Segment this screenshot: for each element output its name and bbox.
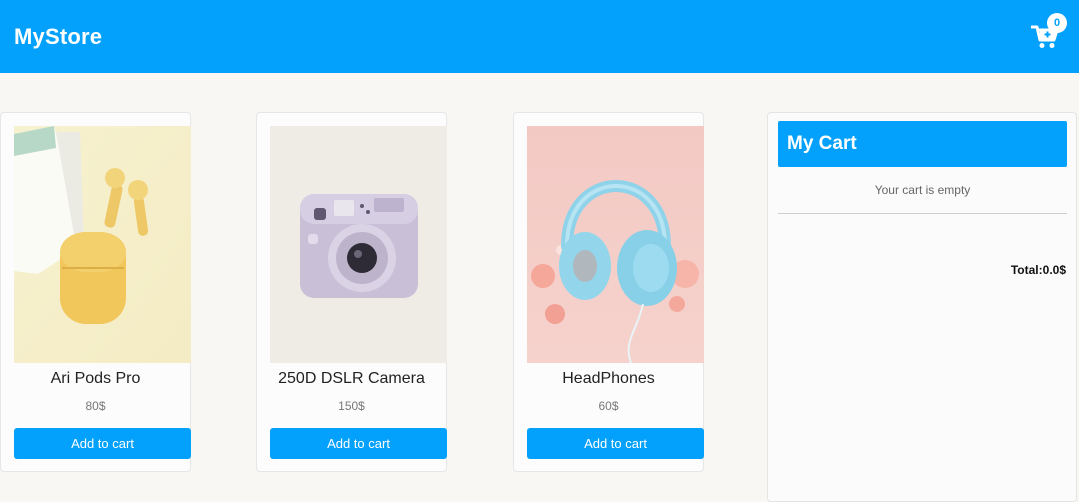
cart-total-value: 0.0$ <box>1042 263 1066 277</box>
product-card: Ari Pods Pro 80$ Add to cart <box>0 112 191 472</box>
product-name: Ari Pods Pro <box>50 370 141 387</box>
cart-panel: My Cart Your cart is empty Total:0.0$ <box>767 112 1077 502</box>
product-price: 60$ <box>598 399 619 413</box>
product-card: 250D DSLR Camera 150$ Add to cart <box>256 112 447 472</box>
add-to-cart-button[interactable]: Add to cart <box>270 428 447 459</box>
product-image-airpods <box>14 126 191 363</box>
product-price: 80$ <box>85 399 106 413</box>
product-image-headphones <box>527 126 704 363</box>
cart-empty-message: Your cart is empty <box>874 183 971 197</box>
brand-logo[interactable]: MyStore <box>14 24 102 50</box>
product-card: HeadPhones 60$ Add to cart <box>513 112 704 472</box>
add-to-cart-button[interactable]: Add to cart <box>527 428 704 459</box>
cart-total: Total:0.0$ <box>1011 263 1066 277</box>
product-price: 150$ <box>338 399 365 413</box>
product-image-instant-camera <box>270 126 447 363</box>
cart-button[interactable]: 0 <box>1025 12 1067 57</box>
cart-count-badge: 0 <box>1047 12 1067 33</box>
product-name: HeadPhones <box>562 370 655 387</box>
cart-title: My Cart <box>778 121 1067 167</box>
navbar: MyStore 0 <box>0 0 1079 73</box>
cart-divider <box>778 213 1067 214</box>
product-name: 250D DSLR Camera <box>278 370 425 387</box>
add-to-cart-button[interactable]: Add to cart <box>14 428 191 459</box>
cart-total-label: Total: <box>1010 263 1043 277</box>
